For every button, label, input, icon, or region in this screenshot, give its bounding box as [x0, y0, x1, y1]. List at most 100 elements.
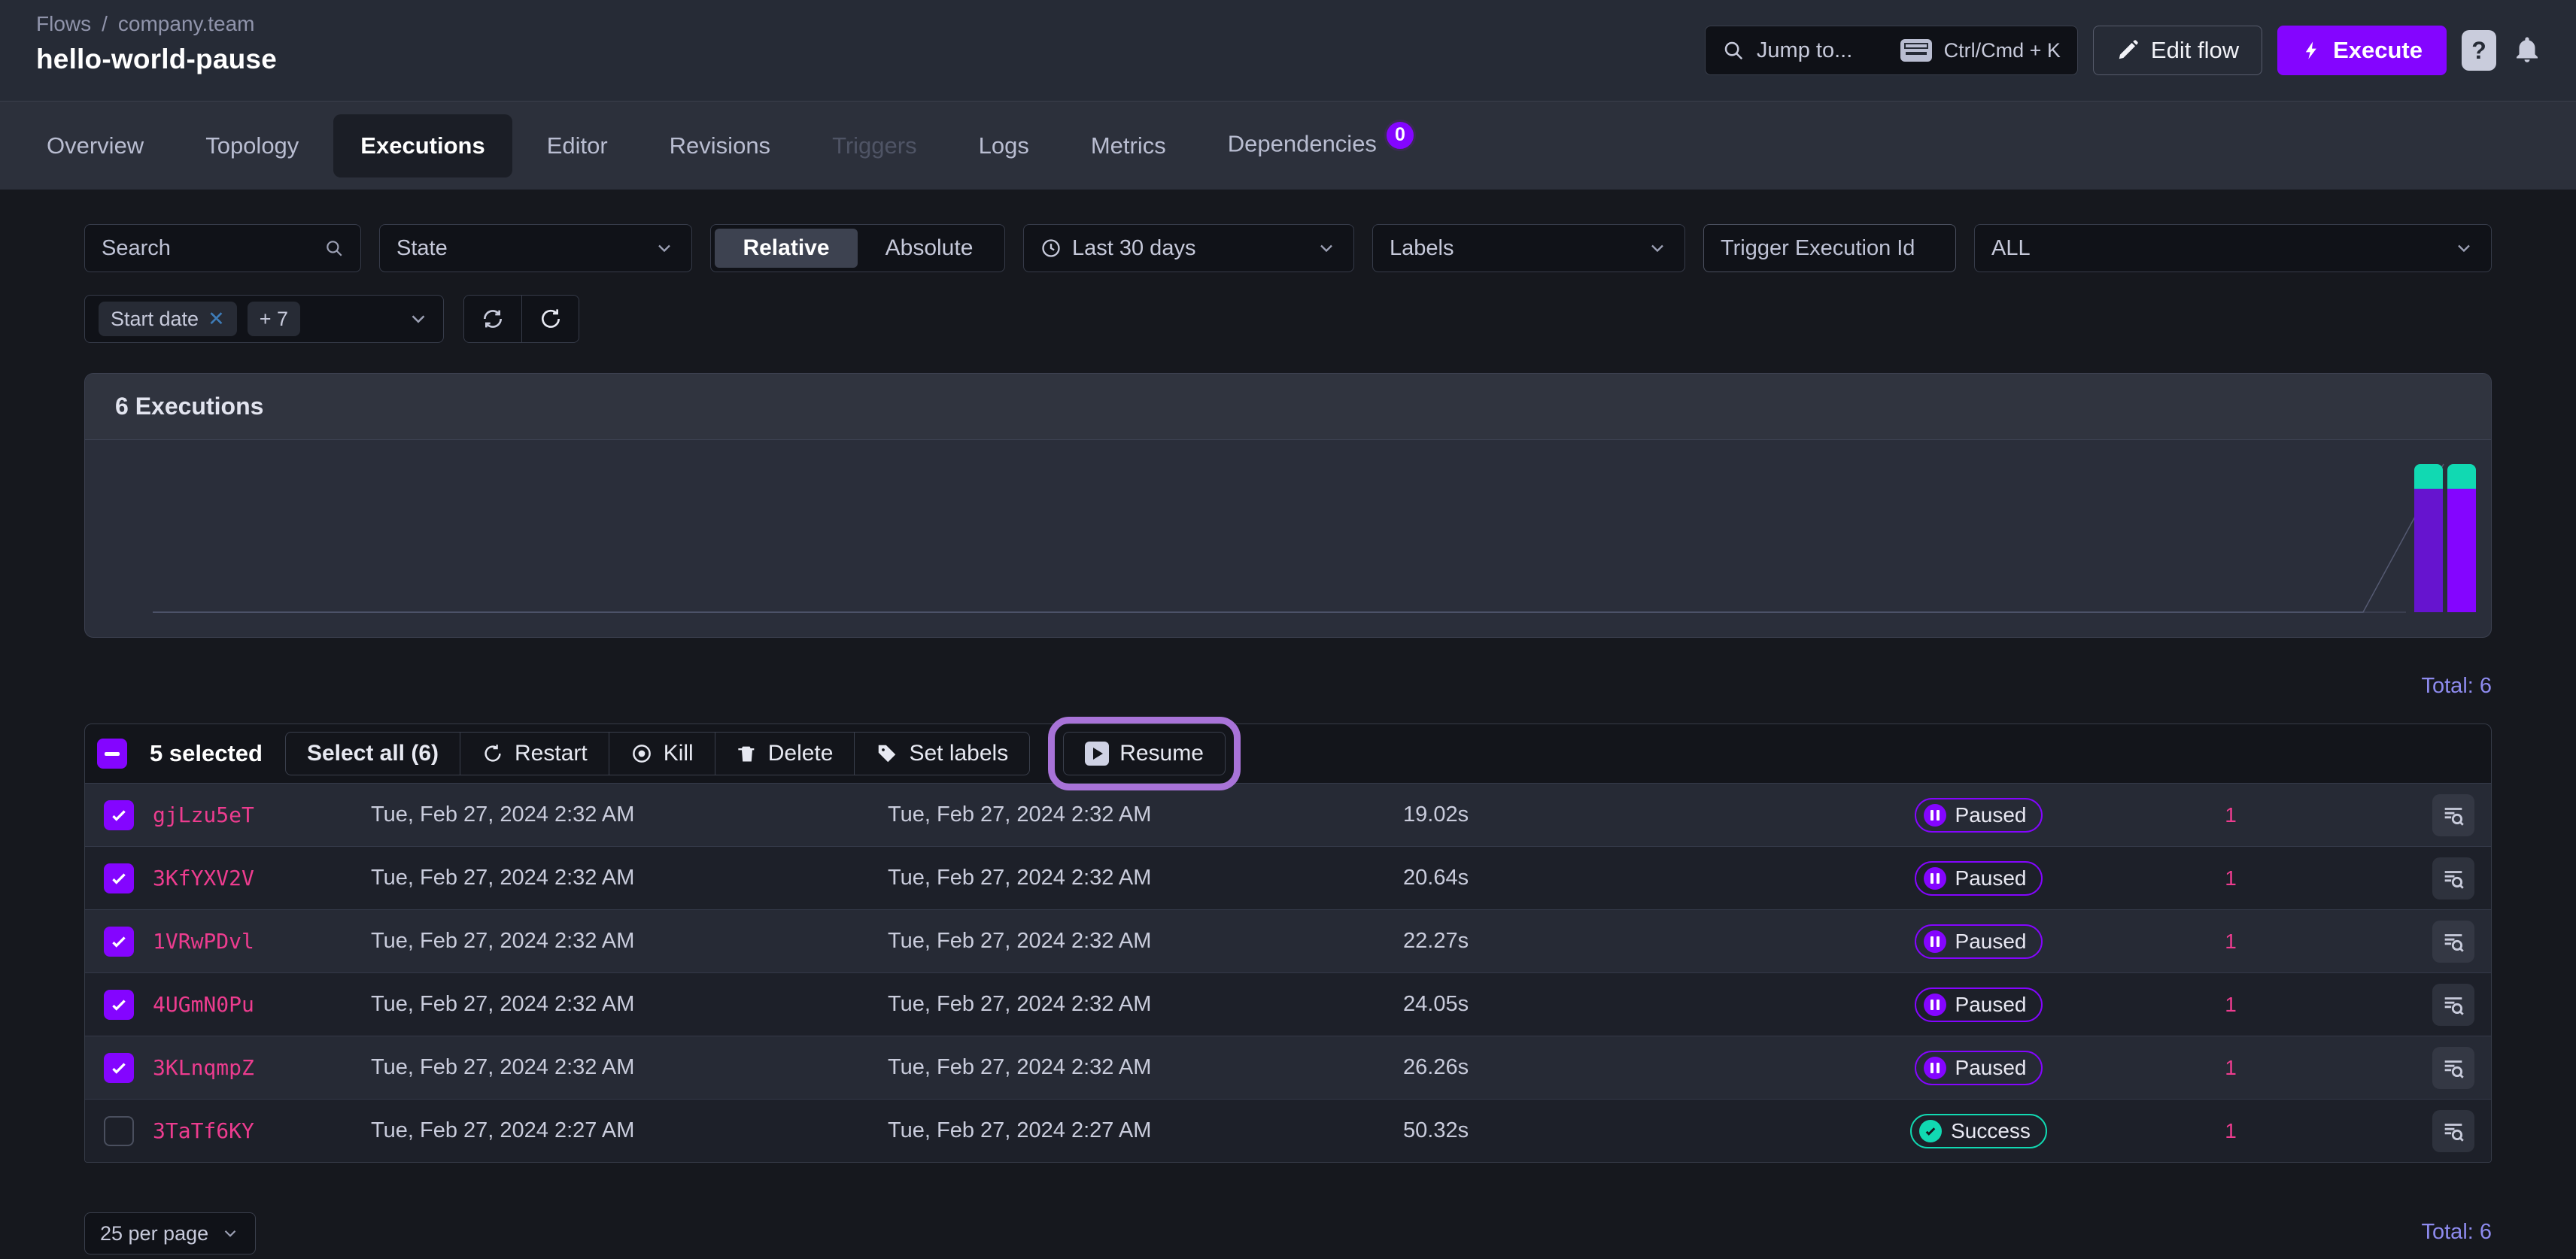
select-all-checkbox[interactable]: [97, 739, 127, 769]
revision-cell: 1: [2118, 866, 2344, 890]
breadcrumb-namespace[interactable]: company.team: [118, 12, 255, 35]
pencil-icon: [2116, 39, 2139, 62]
search-filter[interactable]: [84, 224, 361, 272]
search-input[interactable]: [102, 236, 314, 261]
date-fields-select[interactable]: Start date ✕ + 7: [84, 295, 444, 343]
chevron-down-icon: [220, 1224, 240, 1243]
execute-label: Execute: [2333, 37, 2423, 64]
table-row[interactable]: 3KfYXV2V Tue, Feb 27, 2024 2:32 AM Tue, …: [85, 846, 2491, 909]
check-icon: [109, 932, 129, 951]
tab-editor[interactable]: Editor: [520, 114, 635, 177]
labels-filter-placeholder: Labels: [1390, 236, 1636, 261]
per-page-select[interactable]: 25 per page: [84, 1212, 256, 1254]
log-search-button[interactable]: [2432, 1110, 2474, 1152]
trash-icon: [737, 742, 758, 765]
kill-label: Kill: [664, 741, 694, 766]
chart-bars: [2414, 464, 2476, 612]
labels-filter-select[interactable]: Labels: [1372, 224, 1685, 272]
tab-bar: Overview Topology Executions Editor Revi…: [0, 101, 2576, 190]
log-search-button[interactable]: [2432, 794, 2474, 836]
state-label: Paused: [1955, 866, 2027, 890]
table-row[interactable]: gjLzu5eT Tue, Feb 27, 2024 2:32 AM Tue, …: [85, 783, 2491, 846]
tab-dependencies[interactable]: Dependencies0: [1201, 112, 1443, 180]
select-all-button[interactable]: Select all (6): [286, 733, 460, 775]
execution-id-link[interactable]: 3KfYXV2V: [153, 866, 371, 890]
revision-cell: 1: [2118, 930, 2344, 954]
set-labels-label: Set labels: [909, 741, 1008, 766]
state-filter-select[interactable]: State: [379, 224, 692, 272]
search-icon: [1722, 39, 1745, 62]
state-dot: [1924, 930, 1946, 953]
table-row[interactable]: 3TaTf6KY Tue, Feb 27, 2024 2:27 AM Tue, …: [85, 1099, 2491, 1162]
help-button[interactable]: ?: [2462, 30, 2496, 71]
bell-icon[interactable]: [2511, 33, 2543, 68]
scope-filter-select[interactable]: ALL: [1974, 224, 2492, 272]
log-search-button[interactable]: [2432, 1047, 2474, 1089]
jump-to-search[interactable]: Jump to... Ctrl/Cmd + K: [1705, 26, 2078, 75]
table-row[interactable]: 1VRwPDvl Tue, Feb 27, 2024 2:32 AM Tue, …: [85, 909, 2491, 972]
row-checkbox[interactable]: [104, 1053, 134, 1083]
pagination: 25 per page: [84, 1212, 256, 1254]
table-row[interactable]: 3KLnqmpZ Tue, Feb 27, 2024 2:32 AM Tue, …: [85, 1036, 2491, 1099]
pause-icon: [1930, 1063, 1940, 1073]
execute-button[interactable]: Execute: [2277, 26, 2447, 75]
row-checkbox[interactable]: [104, 1116, 134, 1146]
execution-id-link[interactable]: gjLzu5eT: [153, 802, 371, 827]
trigger-execution-id-input[interactable]: [1721, 236, 1939, 261]
row-checkbox[interactable]: [104, 800, 134, 830]
state-label: Paused: [1955, 930, 2027, 954]
row-checkbox[interactable]: [104, 863, 134, 893]
execution-id-link[interactable]: 3TaTf6KY: [153, 1118, 371, 1143]
tab-overview[interactable]: Overview: [20, 114, 171, 177]
tab-topology[interactable]: Topology: [178, 114, 326, 177]
restart-icon: [481, 742, 504, 765]
tab-executions[interactable]: Executions: [333, 114, 512, 177]
executions-chart-panel: 6 Executions: [84, 373, 2492, 638]
tab-metrics[interactable]: Metrics: [1064, 114, 1193, 177]
start-date-chip: Start date ✕: [99, 302, 237, 336]
set-labels-button[interactable]: Set labels: [854, 733, 1029, 775]
trigger-execution-id-filter[interactable]: [1703, 224, 1956, 272]
auto-refresh-button[interactable]: [464, 296, 521, 342]
log-search-button[interactable]: [2432, 857, 2474, 900]
executions-chart-header: 6 Executions: [85, 374, 2491, 440]
absolute-toggle[interactable]: Absolute: [858, 229, 1001, 268]
pause-icon: [1930, 936, 1940, 947]
chevron-down-icon: [2453, 238, 2474, 259]
resume-play-icon: [1085, 742, 1109, 766]
row-checkbox[interactable]: [104, 927, 134, 957]
delete-button[interactable]: Delete: [715, 733, 855, 775]
end-date-cell: Tue, Feb 27, 2024 2:27 AM: [888, 1118, 1403, 1143]
bulk-actions-group: Select all (6) Restart Kill Delete Set l…: [285, 732, 1030, 775]
relative-toggle[interactable]: Relative: [715, 229, 858, 268]
bulk-actions-toolbar: 5 selected Select all (6) Restart Kill D…: [85, 724, 2491, 783]
table-row[interactable]: 4UGmN0Pu Tue, Feb 27, 2024 2:32 AM Tue, …: [85, 972, 2491, 1036]
edit-flow-button[interactable]: Edit flow: [2093, 26, 2262, 75]
log-search-icon: [2441, 929, 2466, 954]
chevron-down-icon: [407, 308, 430, 330]
revision-cell: 1: [2118, 803, 2344, 827]
tab-logs[interactable]: Logs: [952, 114, 1056, 177]
breadcrumb-flows[interactable]: Flows: [36, 12, 91, 35]
resume-button[interactable]: Resume: [1063, 732, 1226, 775]
log-search-button[interactable]: [2432, 984, 2474, 1026]
log-search-button[interactable]: [2432, 921, 2474, 963]
tab-revisions[interactable]: Revisions: [642, 114, 797, 177]
refresh-button[interactable]: [521, 296, 579, 342]
time-range-value: Last 30 days: [1072, 236, 1305, 261]
restart-button[interactable]: Restart: [460, 733, 609, 775]
executions-bar-chart[interactable]: [85, 440, 2491, 637]
start-date-cell: Tue, Feb 27, 2024 2:32 AM: [371, 992, 888, 1017]
end-date-cell: Tue, Feb 27, 2024 2:32 AM: [888, 992, 1403, 1017]
row-checkbox[interactable]: [104, 990, 134, 1020]
state-label: Success: [1951, 1119, 2031, 1143]
execution-id-link[interactable]: 3KLnqmpZ: [153, 1055, 371, 1080]
kill-button[interactable]: Kill: [609, 733, 715, 775]
pause-icon: [1930, 873, 1940, 884]
time-range-select[interactable]: Last 30 days: [1023, 224, 1354, 272]
state-dot: [1924, 804, 1946, 827]
remove-chip-icon[interactable]: ✕: [208, 308, 225, 331]
execution-id-link[interactable]: 1VRwPDvl: [153, 929, 371, 954]
execution-id-link[interactable]: 4UGmN0Pu: [153, 992, 371, 1017]
end-date-cell: Tue, Feb 27, 2024 2:32 AM: [888, 866, 1403, 890]
